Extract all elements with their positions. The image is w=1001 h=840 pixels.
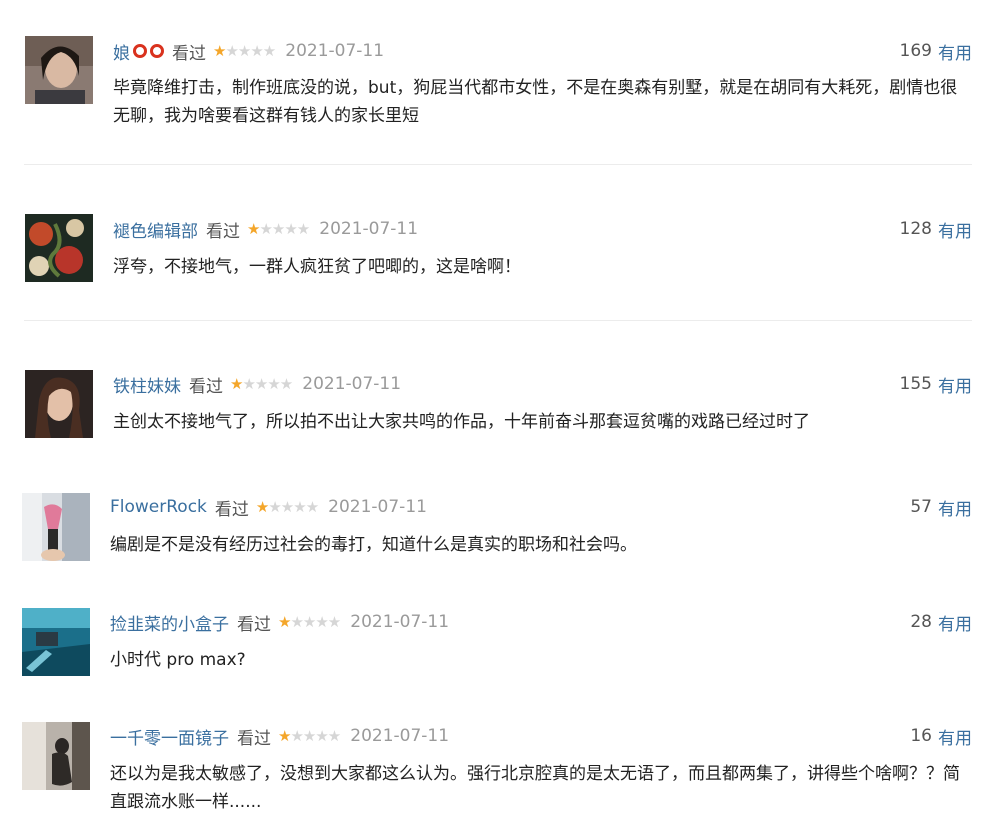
comment-text: 主创太不接地气了，所以拍不出让大家共鸣的作品，十年前奋斗那套逗贫嘴的戏路已经过时…	[113, 412, 810, 432]
comment-date: 2021-07-11	[328, 497, 427, 517]
avatar[interactable]	[22, 722, 90, 790]
divider	[24, 320, 972, 321]
vote-count: 28	[910, 612, 932, 632]
comment-date: 2021-07-11	[285, 41, 385, 61]
author-link[interactable]: FlowerRock	[110, 497, 207, 517]
rating-stars: ★★★★★	[255, 498, 319, 516]
star-empty-icon: ★★★★	[242, 375, 293, 393]
star-filled-icon: ★	[278, 613, 291, 631]
watch-status: 看过	[237, 728, 271, 749]
double-red-circle-icon	[133, 44, 164, 58]
star-filled-icon: ★	[278, 727, 291, 745]
avatar[interactable]	[25, 36, 93, 104]
watch-status: 看过	[189, 376, 223, 397]
comment-date: 2021-07-11	[350, 612, 450, 632]
rating-stars: ★★★★★	[247, 220, 310, 238]
comment-text: 毕竟降维打击，制作班底没的说，but，狗屁当代都市女性，不是在奥森有别墅，就是在…	[113, 78, 958, 126]
watch-status: 看过	[206, 221, 240, 242]
vote-count: 16	[910, 726, 932, 746]
star-empty-icon: ★★★★	[290, 613, 341, 631]
author-link[interactable]: 一千零一面镜子	[110, 724, 229, 749]
star-empty-icon: ★★★★	[225, 42, 276, 60]
comment-date: 2021-07-11	[319, 219, 419, 239]
vote-count: 128	[899, 219, 932, 239]
comment-date: 2021-07-11	[350, 726, 450, 746]
author-link[interactable]: 捡韭菜的小盒子	[110, 610, 229, 635]
star-filled-icon: ★	[255, 498, 269, 516]
vote-count: 57	[910, 497, 932, 517]
useful-button[interactable]: 有用	[938, 372, 972, 397]
rating-stars: ★★★★★	[213, 42, 276, 60]
comment-text: 小时代 pro max?	[110, 650, 246, 670]
useful-button[interactable]: 有用	[938, 495, 972, 520]
star-empty-icon: ★★★★	[268, 498, 319, 516]
vote-count: 169	[899, 41, 932, 61]
rating-stars: ★★★★★	[278, 613, 341, 631]
avatar[interactable]	[25, 370, 93, 438]
watch-status: 看过	[214, 499, 249, 520]
rating-stars: ★★★★★	[230, 375, 293, 393]
watch-status: 看过	[172, 43, 206, 64]
useful-button[interactable]: 有用	[938, 724, 972, 749]
author-link[interactable]: 娘	[113, 39, 130, 64]
watch-status: 看过	[237, 614, 271, 635]
comment-text: 浮夸，不接地气，一群人疯狂贫了吧唧的，这是啥啊！	[113, 257, 521, 277]
useful-button[interactable]: 有用	[938, 217, 972, 242]
comment-text: 还以为是我太敏感了，没想到大家都这么认为。强行北京腔真的是太无语了，而且都两集了…	[110, 764, 960, 812]
star-filled-icon: ★	[247, 220, 260, 238]
comment-date: 2021-07-11	[302, 374, 402, 394]
useful-button[interactable]: 有用	[938, 39, 972, 64]
author-link[interactable]: 铁柱妹妹	[113, 372, 181, 397]
star-empty-icon: ★★★★	[290, 727, 341, 745]
star-empty-icon: ★★★★	[259, 220, 310, 238]
vote-count: 155	[899, 374, 932, 394]
avatar[interactable]	[22, 608, 90, 676]
useful-button[interactable]: 有用	[938, 610, 972, 635]
rating-stars: ★★★★★	[278, 727, 341, 745]
comment-text: 编剧是不是没有经历过社会的毒打，知道什么是真实的职场和社会吗。	[110, 535, 637, 555]
star-filled-icon: ★	[213, 42, 226, 60]
avatar[interactable]	[22, 493, 90, 561]
avatar[interactable]	[25, 214, 93, 282]
divider	[24, 164, 972, 165]
star-filled-icon: ★	[230, 375, 243, 393]
author-link[interactable]: 褪色编辑部	[113, 217, 198, 242]
